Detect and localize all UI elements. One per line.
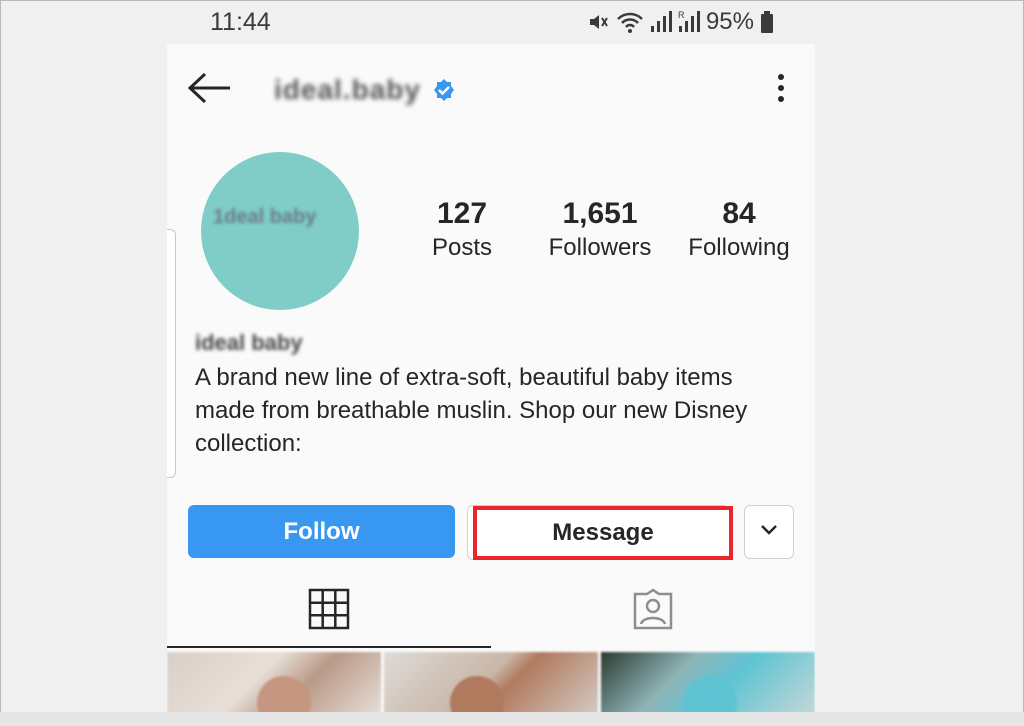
battery-icon [760, 10, 774, 34]
profile-bio: A brand new line of extra-soft, beautifu… [195, 364, 748, 457]
verified-badge-icon [432, 78, 456, 102]
roaming-signal-icon: R [678, 10, 700, 34]
message-button-label[interactable]: Message [473, 506, 733, 560]
profile-screen: ideal.baby 1deal baby 127 Posts 1,651 Fo… [167, 44, 815, 726]
back-arrow-icon[interactable] [185, 70, 235, 106]
tab-grid[interactable] [167, 572, 491, 650]
stat-followers[interactable]: 1,651 Followers [525, 196, 675, 264]
tab-tagged[interactable] [491, 572, 815, 650]
mute-icon [586, 10, 610, 34]
follow-button[interactable]: Follow [188, 505, 455, 558]
stat-label: Followers [548, 234, 652, 261]
status-bar: 11:44 R 95% [166, 0, 816, 44]
more-vert-icon[interactable] [771, 70, 791, 106]
stat-value: 1,651 [562, 197, 638, 230]
suggestions-dropdown-button[interactable] [744, 505, 794, 559]
active-tab-indicator [167, 646, 491, 648]
profile-username: ideal.baby [274, 74, 421, 105]
profile-stats: 127 Posts 1,651 Followers 84 Following [407, 196, 799, 264]
stat-following[interactable]: 84 Following [679, 196, 799, 264]
status-time: 11:44 [210, 8, 271, 36]
side-panel-edge [167, 229, 176, 478]
profile-tabs [167, 572, 815, 650]
grid-icon [308, 588, 350, 635]
profile-display-name: ideal baby [195, 330, 303, 355]
avatar-logo: 1deal baby [213, 206, 317, 228]
status-icons: R 95% [586, 8, 774, 36]
chevron-down-icon [759, 523, 779, 542]
svg-text:R: R [678, 10, 685, 20]
stat-value: 127 [436, 197, 488, 230]
signal-icon [650, 10, 672, 34]
stat-label: Posts [431, 234, 493, 261]
stat-posts[interactable]: 127 Posts [407, 196, 517, 264]
stat-label: Following [688, 234, 790, 261]
avatar[interactable]: 1deal baby [201, 152, 359, 310]
wifi-icon [616, 10, 644, 34]
stat-value: 84 [722, 197, 756, 230]
battery-label: 95% [705, 8, 754, 35]
tagged-person-icon [631, 587, 675, 635]
window-bottom-strip [0, 712, 1024, 726]
